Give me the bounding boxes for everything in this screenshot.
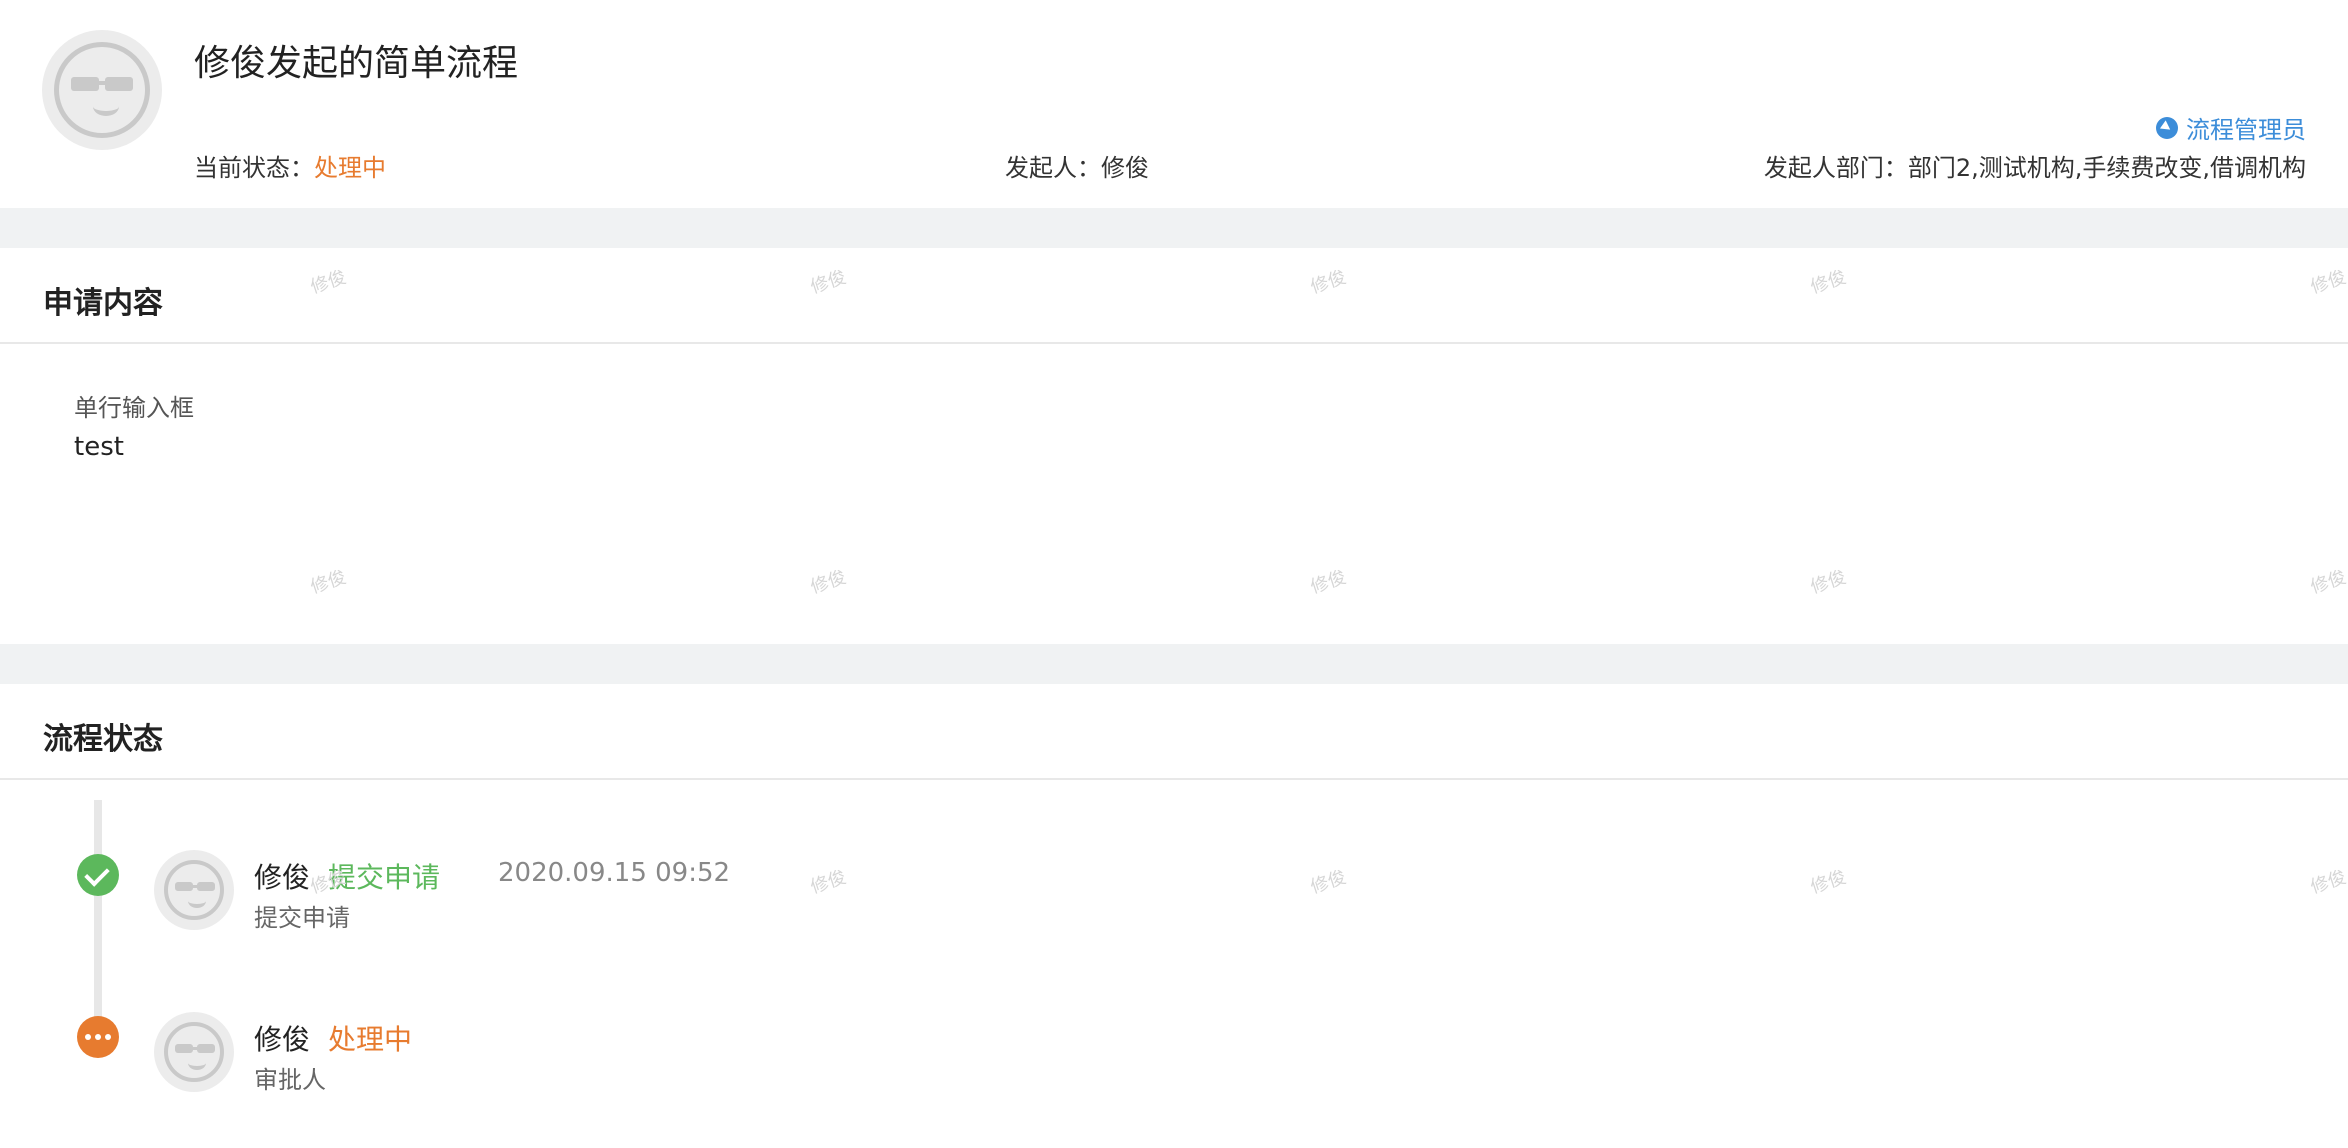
step-sub: 审批人 bbox=[254, 1066, 326, 1094]
section-gap bbox=[0, 644, 2348, 684]
watermark: 修俊 bbox=[2308, 266, 2348, 298]
step-avatar bbox=[154, 850, 234, 930]
process-admin-link[interactable]: 流程管理员 bbox=[2156, 110, 2306, 145]
process-admin-label: 流程管理员 bbox=[2186, 116, 2306, 144]
face-icon bbox=[164, 1022, 224, 1082]
watermark: 修俊 bbox=[308, 266, 349, 298]
watermark: 修俊 bbox=[1308, 566, 1349, 598]
field-value: test bbox=[74, 432, 124, 462]
initiator-value: 修俊 bbox=[1101, 154, 1149, 182]
step-name: 修俊 bbox=[254, 861, 311, 894]
application-section-title: 申请内容 bbox=[43, 286, 163, 321]
watermark: 修俊 bbox=[808, 866, 849, 898]
dept-label: 发起人部门： bbox=[1763, 154, 1908, 182]
dept-value: 部门2,测试机构,手续费改变,借调机构 bbox=[1907, 154, 2306, 182]
section-divider bbox=[0, 778, 2348, 780]
field-label: 单行输入框 bbox=[74, 394, 194, 422]
watermark: 修俊 bbox=[2308, 566, 2348, 598]
face-icon bbox=[164, 860, 224, 920]
initiator-label: 发起人： bbox=[1005, 154, 1101, 182]
step-avatar bbox=[154, 1012, 234, 1092]
process-header: 修俊发起的简单流程 流程管理员 当前状态：处理中 发起人：修俊 发起人部门：部门… bbox=[0, 0, 2348, 208]
approval-detail-page: 修俊发起的简单流程 流程管理员 当前状态：处理中 发起人：修俊 发起人部门：部门… bbox=[0, 0, 2348, 1148]
step-sub: 提交申请 bbox=[254, 904, 350, 932]
process-section-title: 流程状态 bbox=[43, 722, 163, 757]
step-action: 提交申请 bbox=[328, 861, 441, 894]
watermark: 修俊 bbox=[1308, 266, 1349, 298]
watermark: 修俊 bbox=[2308, 866, 2348, 898]
face-icon bbox=[54, 42, 150, 138]
initiator: 发起人：修俊 bbox=[1005, 148, 1149, 183]
watermark: 修俊 bbox=[308, 566, 349, 598]
watermark: 修俊 bbox=[808, 266, 849, 298]
pointer-icon bbox=[2156, 116, 2178, 139]
section-divider bbox=[0, 342, 2348, 344]
timeline-line bbox=[94, 800, 102, 1040]
status-label: 当前状态： bbox=[194, 154, 314, 182]
watermark: 修俊 bbox=[1808, 266, 1849, 298]
step-name: 修俊 bbox=[254, 1023, 311, 1056]
more-icon bbox=[77, 1016, 119, 1058]
current-status: 当前状态：处理中 bbox=[194, 148, 386, 183]
watermark: 修俊 bbox=[1808, 866, 1849, 898]
step-action: 处理中 bbox=[328, 1023, 413, 1056]
initiator-avatar bbox=[42, 30, 162, 150]
status-value: 处理中 bbox=[314, 154, 386, 182]
watermark: 修俊 bbox=[808, 566, 849, 598]
check-icon bbox=[77, 854, 119, 896]
process-title: 修俊发起的简单流程 bbox=[194, 43, 519, 84]
initiator-department: 发起人部门：部门2,测试机构,手续费改变,借调机构 bbox=[1764, 148, 2306, 183]
step-time: 2020.09.15 09:52 bbox=[498, 858, 731, 888]
watermark: 修俊 bbox=[1308, 866, 1349, 898]
section-gap bbox=[0, 208, 2348, 248]
watermark: 修俊 bbox=[1808, 566, 1849, 598]
